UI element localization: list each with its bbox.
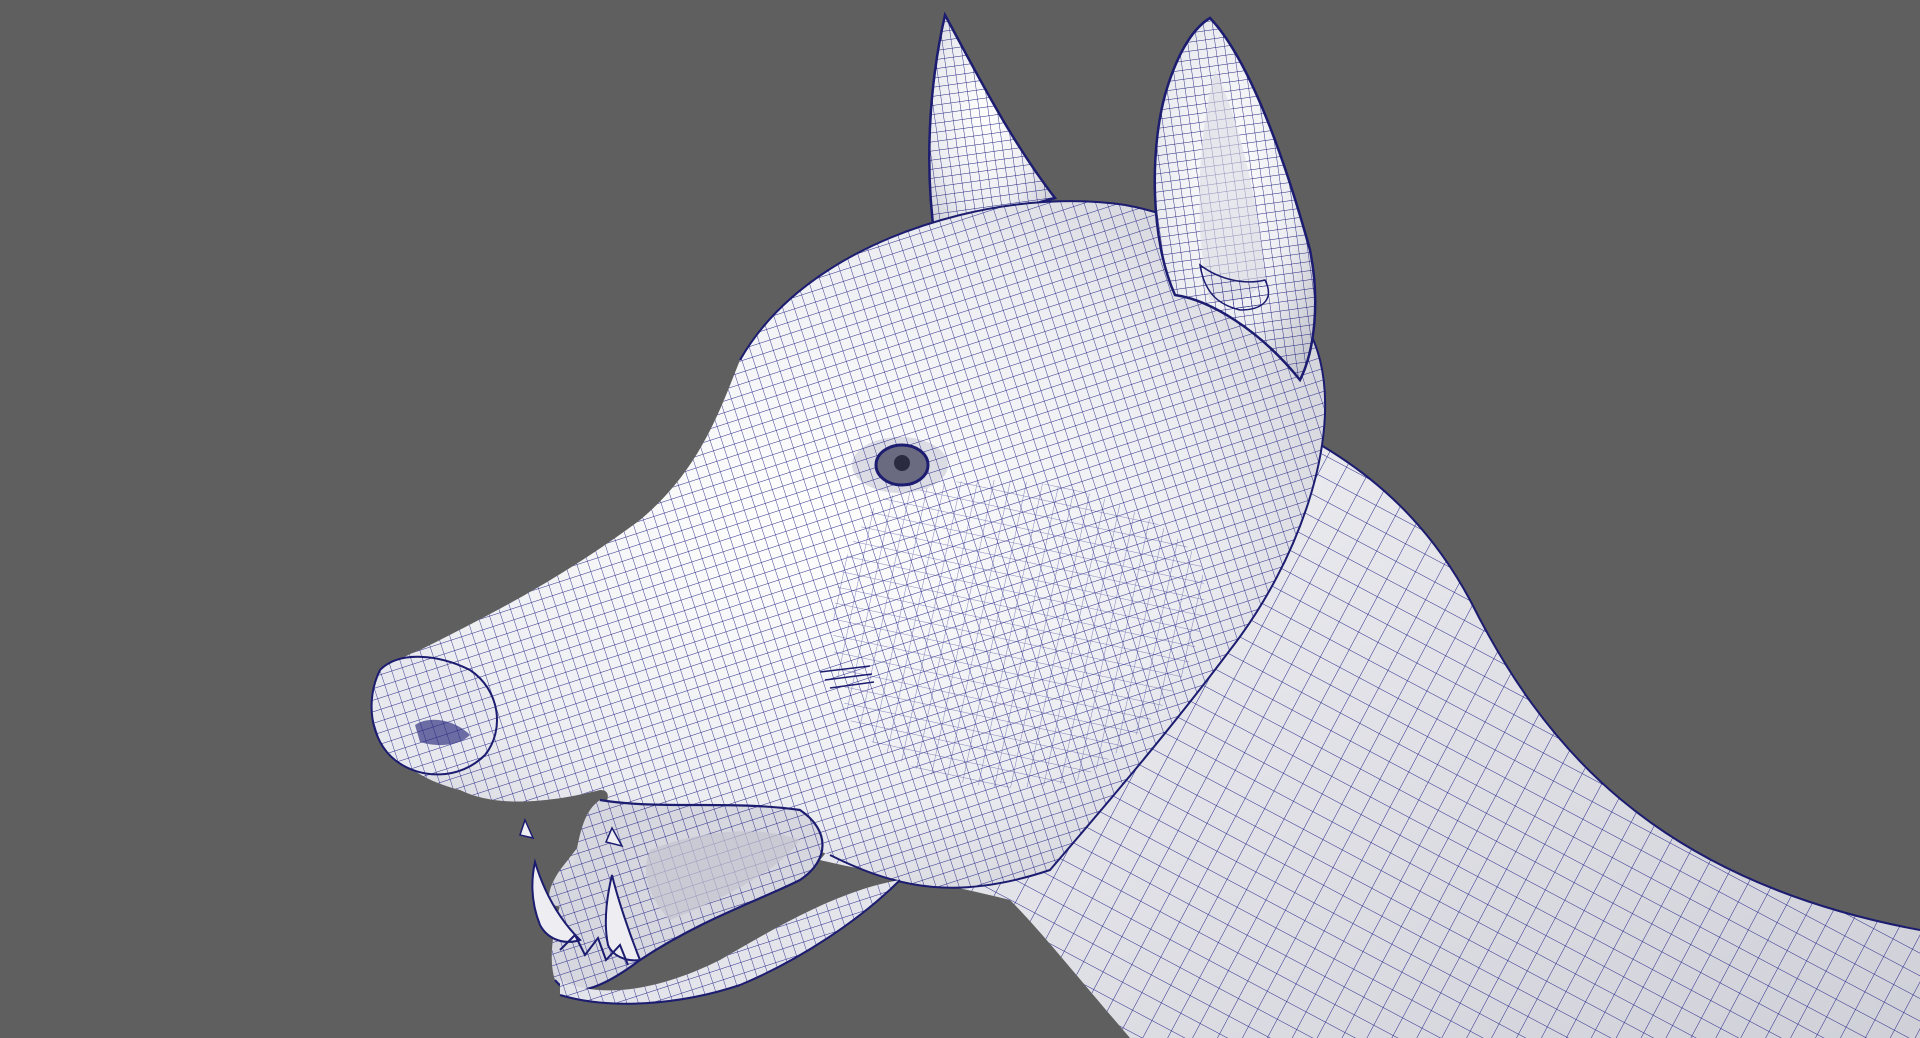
3d-viewport[interactable] <box>0 0 1920 1038</box>
eye-mesh <box>852 437 948 493</box>
wireframe-model[interactable] <box>0 0 1920 1038</box>
